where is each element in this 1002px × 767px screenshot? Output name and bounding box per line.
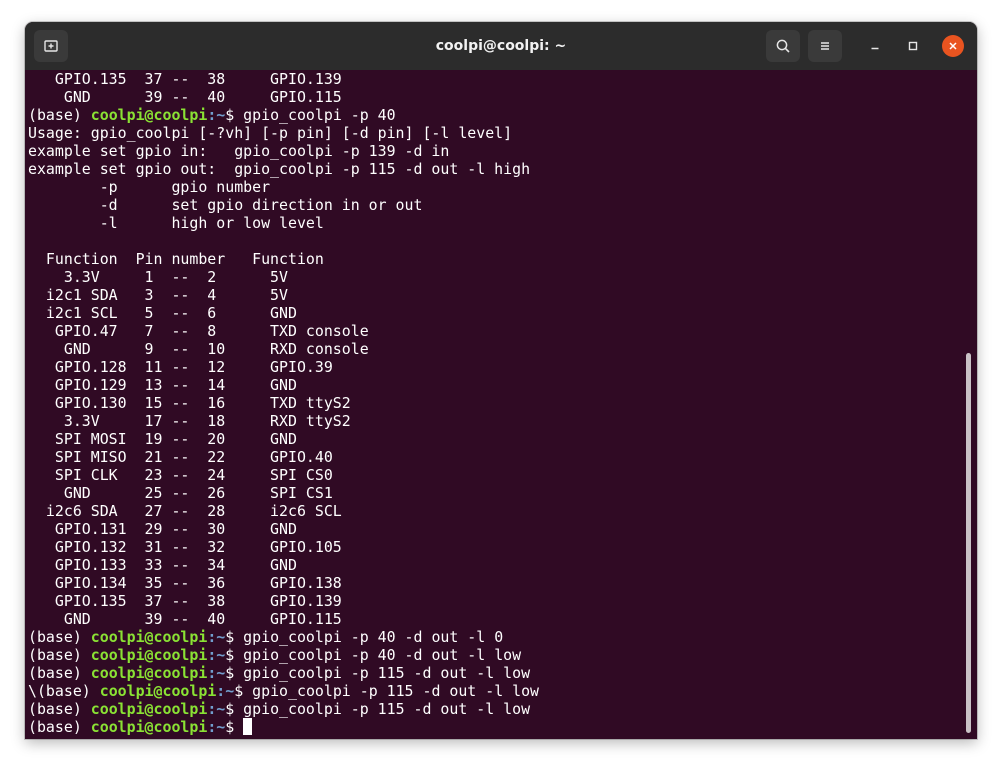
minimize-icon — [871, 47, 879, 50]
prompt-user-host: coolpi@coolpi — [90, 646, 208, 664]
prompt-command: $ gpio_coolpi -p 115 -d out -l low — [234, 682, 540, 700]
prompt-line: (base) coolpi@coolpi:~$ gpio_coolpi -p 4… — [28, 628, 539, 646]
prompt-line: (base) coolpi@coolpi:~$ gpio_coolpi -p 1… — [28, 700, 539, 718]
output-line: -d set gpio direction in or out — [28, 196, 423, 214]
output-line: Usage: gpio_coolpi [-?vh] [-p pin] [-d p… — [28, 124, 513, 142]
prompt-user-host: coolpi@coolpi — [90, 700, 208, 718]
prompt-path: :~ — [207, 664, 226, 682]
output-line: example set gpio in: gpio_coolpi -p 139 … — [28, 142, 450, 160]
output-line: 3.3V 17 -- 18 RXD ttyS2 — [28, 412, 351, 430]
menu-button[interactable] — [808, 30, 842, 62]
output-line: GPIO.128 11 -- 12 GPIO.39 — [28, 358, 333, 376]
output-line: -p gpio number — [28, 178, 271, 196]
output-line: GND 9 -- 10 RXD console — [28, 340, 369, 358]
prompt-env: (base) — [28, 628, 91, 646]
new-tab-icon — [44, 40, 58, 52]
output-line: i2c6 SDA 27 -- 28 i2c6 SCL — [28, 502, 342, 520]
output-line: GPIO.135 37 -- 38 GPIO.139 — [28, 592, 342, 610]
maximize-icon — [908, 41, 918, 51]
output-line: GPIO.131 29 -- 30 GND — [28, 520, 297, 538]
output-line: GPIO.130 15 -- 16 TXD ttyS2 — [28, 394, 351, 412]
scrollbar[interactable] — [966, 353, 971, 733]
terminal-lines: GPIO.135 37 -- 38 GPIO.139 GND 39 -- 40 … — [28, 70, 539, 736]
prompt-path: :~ — [207, 646, 226, 664]
prompt-command: $ gpio_coolpi -p 40 -d out -l 0 — [225, 628, 504, 646]
prompt-user-host: coolpi@coolpi — [90, 106, 208, 124]
prompt-command: $ gpio_coolpi -p 115 -d out -l low — [225, 700, 531, 718]
close-icon — [949, 42, 957, 50]
prompt-command: $ gpio_coolpi -p 40 -d out -l low — [225, 646, 522, 664]
prompt-user-host: coolpi@coolpi — [90, 664, 208, 682]
output-line: GPIO.129 13 -- 14 GND — [28, 376, 297, 394]
prompt-user-host: coolpi@coolpi — [99, 682, 217, 700]
output-line: GPIO.132 31 -- 32 GPIO.105 — [28, 538, 342, 556]
prompt-path: :~ — [207, 628, 226, 646]
hamburger-menu-icon — [821, 42, 829, 50]
output-line: SPI MISO 21 -- 22 GPIO.40 — [28, 448, 333, 466]
prompt-user-host: coolpi@coolpi — [90, 718, 208, 736]
search-button[interactable] — [766, 30, 800, 62]
prompt-path: :~ — [207, 700, 226, 718]
prompt-path: :~ — [216, 682, 235, 700]
prompt-line: (base) coolpi@coolpi:~$ gpio_coolpi -p 4… — [28, 646, 539, 664]
output-line: GPIO.135 37 -- 38 GPIO.139 — [28, 70, 342, 88]
terminal-output[interactable]: GPIO.135 37 -- 38 GPIO.139 GND 39 -- 40 … — [25, 70, 977, 739]
close-button[interactable] — [942, 35, 964, 57]
title-bar[interactable]: coolpi@coolpi: ~ — [25, 22, 977, 70]
output-line: GND 39 -- 40 GPIO.115 — [28, 88, 342, 106]
prompt-path: :~ — [207, 106, 226, 124]
output-line: GPIO.134 35 -- 36 GPIO.138 — [28, 574, 342, 592]
output-line: GPIO.47 7 -- 8 TXD console — [28, 322, 369, 340]
prompt-line: (base) coolpi@coolpi:~$ — [28, 718, 539, 736]
prompt-line: \(base) coolpi@coolpi:~$ gpio_coolpi -p … — [28, 682, 539, 700]
new-tab-button[interactable] — [34, 30, 68, 62]
prompt-env: \(base) — [28, 682, 100, 700]
prompt-path: :~ — [207, 718, 226, 736]
output-line: SPI CLK 23 -- 24 SPI CS0 — [28, 466, 333, 484]
output-line: example set gpio out: gpio_coolpi -p 115… — [28, 160, 531, 178]
prompt-command: $ — [225, 718, 244, 736]
output-line: GND 39 -- 40 GPIO.115 — [28, 610, 342, 628]
prompt-env: (base) — [28, 106, 91, 124]
terminal-window: coolpi@coolpi: ~ GPIO.135 37 -- 38 GPIO.… — [25, 22, 977, 739]
prompt-command: $ gpio_coolpi -p 40 — [225, 106, 396, 124]
search-icon — [776, 39, 790, 53]
prompt-env: (base) — [28, 646, 91, 664]
prompt-user-host: coolpi@coolpi — [90, 628, 208, 646]
output-line: i2c1 SDA 3 -- 4 5V — [28, 286, 288, 304]
output-line: GND 25 -- 26 SPI CS1 — [28, 484, 333, 502]
output-line: GPIO.133 33 -- 34 GND — [28, 556, 297, 574]
prompt-env: (base) — [28, 700, 91, 718]
minimize-button[interactable] — [864, 35, 886, 57]
output-line: -l high or low level — [28, 214, 324, 232]
output-line: SPI MOSI 19 -- 20 GND — [28, 430, 297, 448]
text-cursor — [243, 718, 253, 735]
prompt-line: (base) coolpi@coolpi:~$ gpio_coolpi -p 4… — [28, 106, 539, 124]
prompt-env: (base) — [28, 664, 91, 682]
output-line: Function Pin number Function — [28, 250, 324, 268]
maximize-button[interactable] — [902, 35, 924, 57]
output-line: i2c1 SCL 5 -- 6 GND — [28, 304, 297, 322]
prompt-command: $ gpio_coolpi -p 115 -d out -l low — [225, 664, 531, 682]
prompt-env: (base) — [28, 718, 91, 736]
prompt-line: (base) coolpi@coolpi:~$ gpio_coolpi -p 1… — [28, 664, 539, 682]
output-line: 3.3V 1 -- 2 5V — [28, 268, 288, 286]
